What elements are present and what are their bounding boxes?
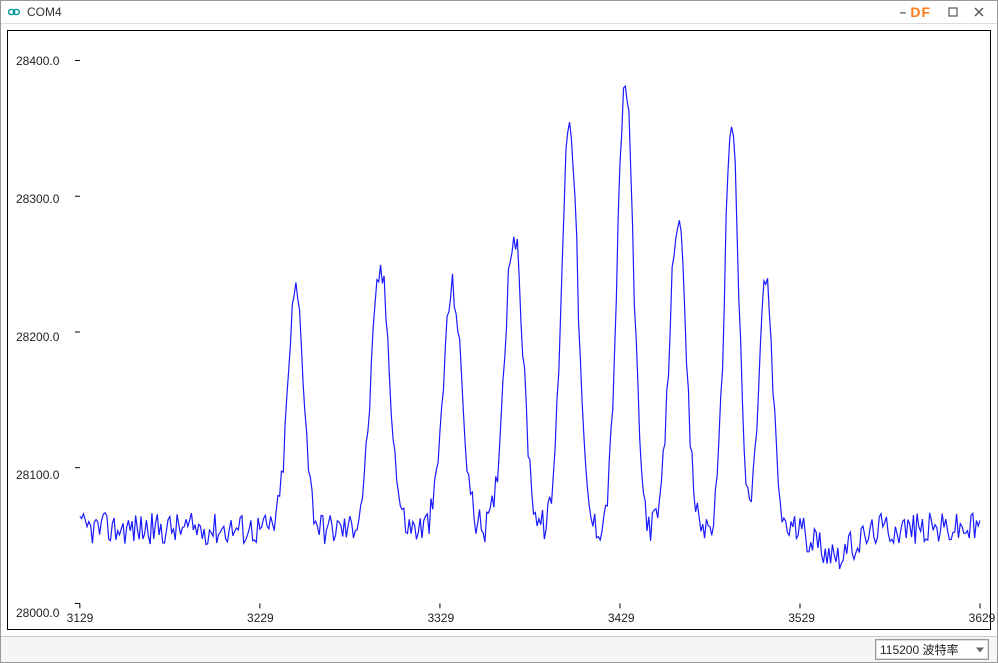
y-tick-label: 28300.0	[16, 192, 59, 206]
y-axis-labels: 28000.028100.028200.028300.028400.0	[16, 31, 76, 629]
y-tick-label: 28400.0	[16, 54, 59, 68]
x-axis-labels: 312932293329342935293629	[8, 611, 990, 625]
minimize-dash: –	[900, 5, 907, 19]
y-tick-label: 28200.0	[16, 330, 59, 344]
serial-plotter-window: COM4 – DF 28000.028100.028200.028300.028…	[0, 0, 998, 663]
x-tick-label: 3129	[67, 611, 94, 625]
y-tick-label: 28100.0	[16, 468, 59, 482]
baud-rate-value: 115200 波特率	[880, 643, 959, 657]
maximize-button[interactable]	[941, 3, 965, 21]
line-plot	[8, 31, 990, 629]
x-tick-label: 3429	[608, 611, 635, 625]
statusbar: 115200 波特率	[1, 636, 997, 662]
x-tick-label: 3629	[969, 611, 996, 625]
plot-frame: 28000.028100.028200.028300.028400.0 3129…	[7, 30, 991, 630]
chart-area: 28000.028100.028200.028300.028400.0 3129…	[1, 24, 997, 636]
arduino-icon	[7, 5, 21, 19]
close-button[interactable]	[967, 3, 991, 21]
baud-rate-select[interactable]: 115200 波特率	[875, 639, 989, 660]
df-logo: DF	[910, 4, 931, 20]
titlebar: COM4 – DF	[1, 1, 997, 24]
window-title: COM4	[27, 5, 62, 19]
x-tick-label: 3329	[427, 611, 454, 625]
x-tick-label: 3229	[247, 611, 274, 625]
x-tick-label: 3529	[788, 611, 815, 625]
